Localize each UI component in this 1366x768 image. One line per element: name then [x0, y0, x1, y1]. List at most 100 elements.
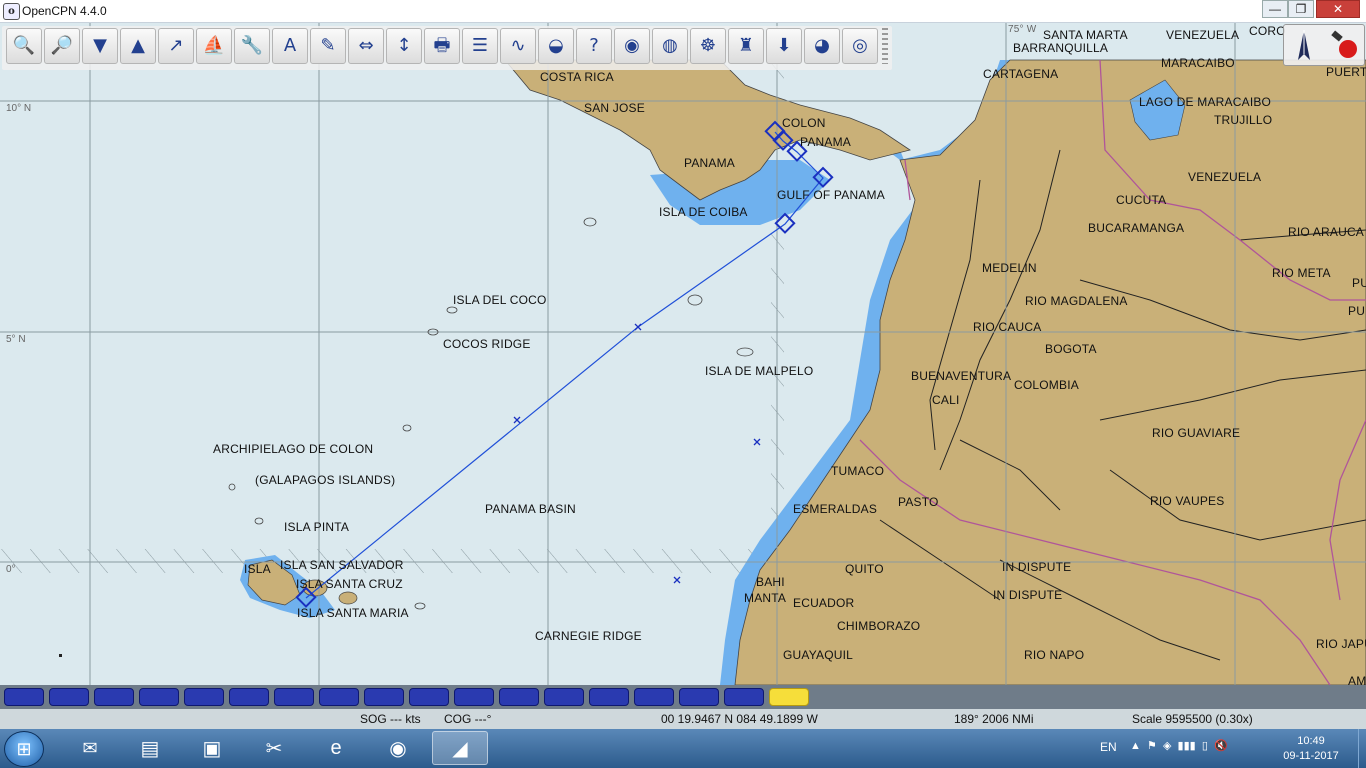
world-button[interactable]: ◕ [804, 28, 840, 64]
language-indicator[interactable]: EN [1100, 740, 1117, 754]
label-malpelo: ISLA DE MALPELO [705, 364, 814, 378]
target-icon: ◉ [624, 35, 640, 56]
show-desktop-button[interactable] [1358, 729, 1366, 768]
label-isla: ISLA [244, 562, 271, 576]
label-barranquilla: BARRANQUILLA [1013, 41, 1109, 55]
label-coiba: ISLA DE COIBA [659, 205, 748, 219]
chart-piano-key[interactable] [184, 688, 224, 706]
zoom-out-button[interactable]: 🔎 [44, 28, 80, 64]
options-button[interactable]: 🔧 [234, 28, 270, 64]
route-manager-button[interactable]: ☰ [462, 28, 498, 64]
lighthouse-button[interactable]: ♜ [728, 28, 764, 64]
label-medelin: MEDELIN [982, 261, 1037, 275]
compass-widget[interactable] [1283, 24, 1365, 66]
chart-piano-key[interactable] [4, 688, 44, 706]
gps-status-icon[interactable] [1324, 25, 1364, 65]
label-rio-arauca: RIO ARAUCA [1288, 225, 1365, 239]
text-button[interactable]: A [272, 28, 308, 64]
help-button[interactable]: ? [576, 28, 612, 64]
lifebuoy-icon: ◎ [852, 35, 868, 56]
label-rio-magdalena: RIO MAGDALENA [1025, 294, 1128, 308]
tide-icon: ⇔ [358, 35, 374, 56]
label-ecuador: ECUADOR [793, 596, 855, 610]
label-quito: QUITO [845, 562, 884, 576]
minimize-button[interactable]: — [1262, 0, 1288, 18]
chart-piano-key[interactable] [769, 688, 809, 706]
opencpn-taskbar-button[interactable]: ◢ [432, 731, 488, 765]
media-taskbar-button[interactable]: ▣ [184, 731, 240, 765]
media-icon: ▣ [202, 737, 222, 760]
start-button[interactable]: ⊞ [4, 731, 44, 767]
scale-in-button[interactable]: ▼ [82, 28, 118, 64]
label-san-jose: SAN JOSE [584, 101, 645, 115]
print-button[interactable]: 🖶 [424, 28, 460, 64]
auto-follow-button[interactable]: ⛵ [196, 28, 232, 64]
chart-piano-key[interactable] [634, 688, 674, 706]
label-75w: 75° W [1008, 24, 1037, 35]
chart-piano-key[interactable] [274, 688, 314, 706]
chart-scale: Scale 9595500 (0.30x) [1132, 712, 1253, 726]
tide-button[interactable]: ⇔ [348, 28, 384, 64]
mob-button[interactable]: ☸ [690, 28, 726, 64]
chart-piano-key[interactable] [409, 688, 449, 706]
label-dispute-2: IN DISPUTE [993, 588, 1063, 602]
label-santa-cruz: ISLA SANTA CRUZ [296, 577, 403, 591]
maximize-button[interactable]: ❐ [1288, 0, 1314, 18]
chart-piano-key[interactable] [454, 688, 494, 706]
help-icon: ? [589, 35, 599, 56]
tray-icons[interactable]: ▲ ⚑ ◈ ▮▮▮ ▯ 🔇 [1130, 739, 1228, 752]
system-clock[interactable]: 10:49 09-11-2017 [1278, 734, 1344, 764]
toolbar-grip[interactable] [882, 28, 888, 64]
cog-readout: COG ---° [444, 712, 492, 726]
chrome-taskbar-button[interactable]: ◉ [370, 731, 426, 765]
label-maracaibo: MARACAIBO [1161, 56, 1235, 70]
create-route-button[interactable]: ↗ [158, 28, 194, 64]
paint-taskbar-button[interactable]: ✂ [246, 731, 302, 765]
scale-out-button[interactable]: ▲ [120, 28, 156, 64]
measure-icon: ↕ [396, 35, 412, 56]
chart-piano-key[interactable] [724, 688, 764, 706]
label-isla-coco: ISLA DEL COCO [453, 293, 547, 307]
thunderbird-taskbar-button[interactable]: ✉ [62, 731, 118, 765]
chart-piano-key[interactable] [229, 688, 269, 706]
measure-button[interactable]: ↕ [386, 28, 422, 64]
land-galapagos-san-cristobal [338, 591, 358, 605]
color-scheme-button[interactable]: ◒ [538, 28, 574, 64]
label-gulf: GULF OF PANAMA [777, 188, 885, 202]
chart-piano-key[interactable] [364, 688, 404, 706]
zoom-in-icon: 🔍 [12, 35, 36, 56]
label-archipielago: ARCHIPIELAGO DE COLON [213, 442, 374, 456]
clock-date: 09-11-2017 [1283, 750, 1339, 762]
sunset-icon: ◒ [548, 35, 564, 56]
text-add-icon: A [283, 35, 297, 56]
explorer-taskbar-button[interactable]: ▤ [122, 731, 178, 765]
chart-piano-key[interactable] [679, 688, 719, 706]
label-carnegie: CARNEGIE RIDGE [535, 629, 642, 643]
chart-piano-key[interactable] [94, 688, 134, 706]
label-rio-guaviare: RIO GUAVIARE [1152, 426, 1241, 440]
lifebuoy-button[interactable]: ◎ [842, 28, 878, 64]
google-earth-button[interactable]: ◍ [652, 28, 688, 64]
north-up-icon[interactable] [1284, 25, 1324, 65]
chart-piano-key[interactable] [589, 688, 629, 706]
chart-piano-key[interactable] [139, 688, 179, 706]
chart-piano-key[interactable] [49, 688, 89, 706]
globe-icon: ◍ [662, 35, 678, 56]
ais-button[interactable]: ◉ [614, 28, 650, 64]
label-rio-cauca: RIO CAUCA [973, 320, 1042, 334]
world-icon: ◕ [814, 35, 830, 56]
close-button[interactable]: ✕ [1316, 0, 1360, 18]
chart-piano-key[interactable] [544, 688, 584, 706]
zoom-in-button[interactable]: 🔍 [6, 28, 42, 64]
download-button[interactable]: ⬇ [766, 28, 802, 64]
label-bogota: BOGOTA [1045, 342, 1097, 356]
chart-piano-key[interactable] [319, 688, 359, 706]
ie-taskbar-button[interactable]: e [308, 731, 364, 765]
track-button[interactable]: ∿ [500, 28, 536, 64]
lat-label-5n: 5° N [6, 334, 26, 345]
label-cartagena: CARTAGENA [983, 67, 1059, 81]
chart-piano-key[interactable] [499, 688, 539, 706]
chart-canvas[interactable]: 10° N 5° N 0° SANTA MARTA VENEZUELA CORO… [0, 23, 1366, 685]
wrench-icon: 🔧 [240, 35, 264, 56]
current-button[interactable]: ✎ [310, 28, 346, 64]
